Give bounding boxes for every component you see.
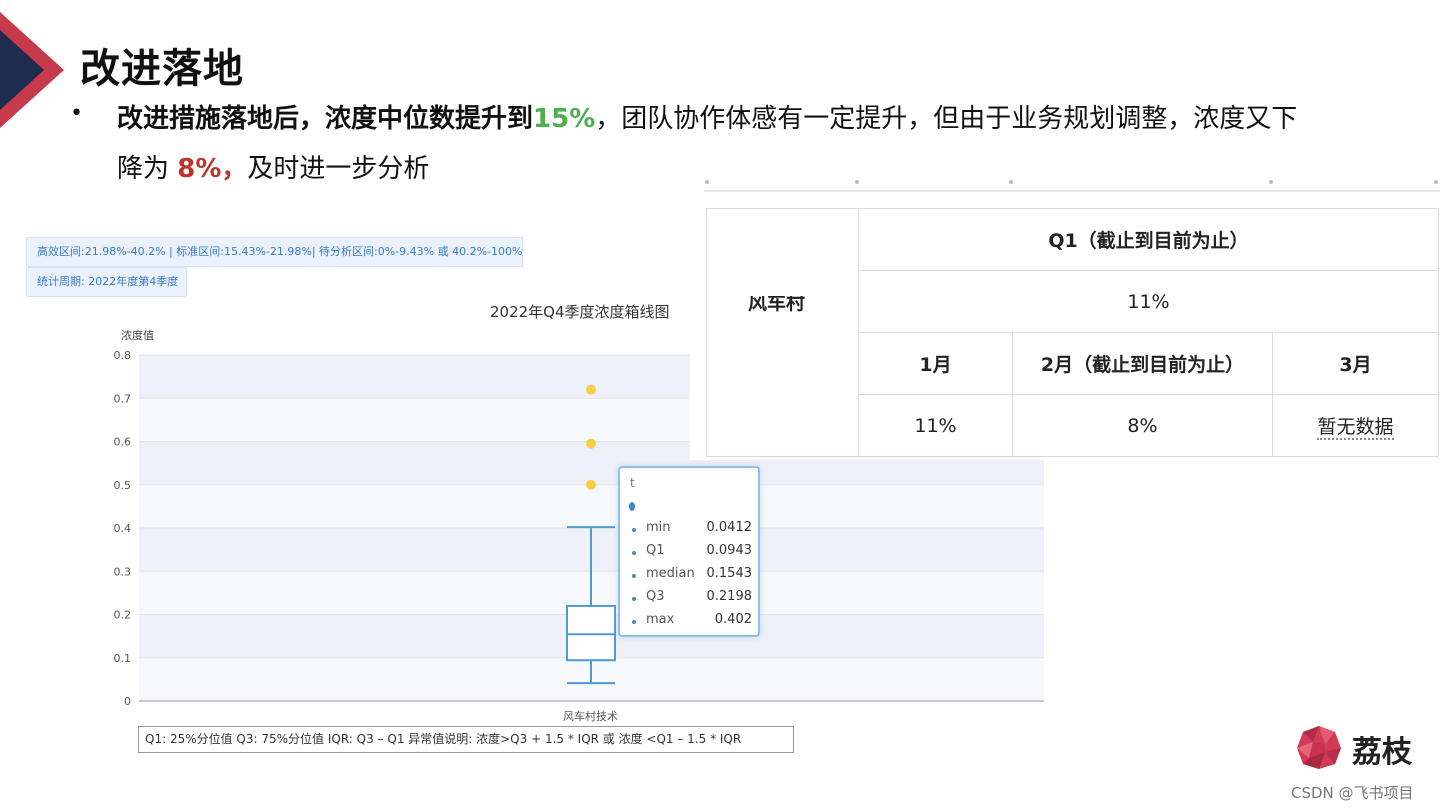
tooltip-series-dot [629, 502, 635, 511]
q1-header: Q1（截止到目前为止） [858, 208, 1439, 271]
chart-tooltip: t min 0.0412 Q1 0.0943 median 0.1543 Q3 0.21… [618, 466, 760, 637]
y-tick-label: 0.6 [114, 436, 132, 449]
tooltip-row: max 0.402 [630, 612, 752, 632]
watermark: CSDN @飞书项目 [1291, 784, 1414, 802]
tooltip-row: Q3 0.2198 [630, 589, 752, 609]
tooltip-row: Q1 0.0943 [630, 543, 752, 563]
concentration-table: Q1（截止到目前为止） 11% 1月 2月（截止到目前为止） 3月 11% 8%… [706, 208, 1439, 457]
x-category-label: 风车村技术 [563, 710, 618, 723]
y-tick-label: 0.2 [114, 609, 132, 622]
outlier-point [586, 479, 596, 490]
month-value-feb: 8% [1012, 394, 1273, 457]
table-resize-handles [704, 180, 1440, 192]
lychee-logo-icon [1297, 726, 1341, 769]
y-tick-label: 0.7 [114, 392, 132, 405]
q1-value: 11% [858, 270, 1439, 333]
iqr-box [566, 604, 616, 662]
month-value-jan: 11% [858, 394, 1013, 457]
tooltip-header: t [630, 476, 635, 490]
brand-name: 荔枝 [1352, 735, 1412, 770]
y-tick-label: 0.8 [114, 349, 132, 362]
tooltip-row: min 0.0412 [630, 520, 752, 540]
table-row-header-cell [706, 208, 859, 457]
y-tick-label: 0.1 [114, 652, 132, 665]
month-header-jan: 1月 [858, 332, 1013, 395]
y-tick-label: 0.3 [114, 565, 132, 578]
outlier-point [586, 438, 596, 449]
month-header-mar: 3月 [1272, 332, 1439, 395]
y-tick-label: 0.4 [114, 522, 132, 535]
y-tick-label: 0 [124, 695, 131, 708]
chart-footnote: Q1: 25%分位值 Q3: 75%分位值 IQR: Q3 – Q1 异常值说明… [138, 726, 794, 753]
tooltip-row: median 0.1543 [630, 566, 752, 586]
month-value-mar: 暂无数据 [1272, 394, 1439, 457]
grid-band [139, 484, 1044, 528]
outlier-point [586, 384, 596, 395]
y-tick-label: 0.5 [114, 479, 132, 492]
month-header-feb: 2月（截止到目前为止） [1012, 332, 1273, 395]
